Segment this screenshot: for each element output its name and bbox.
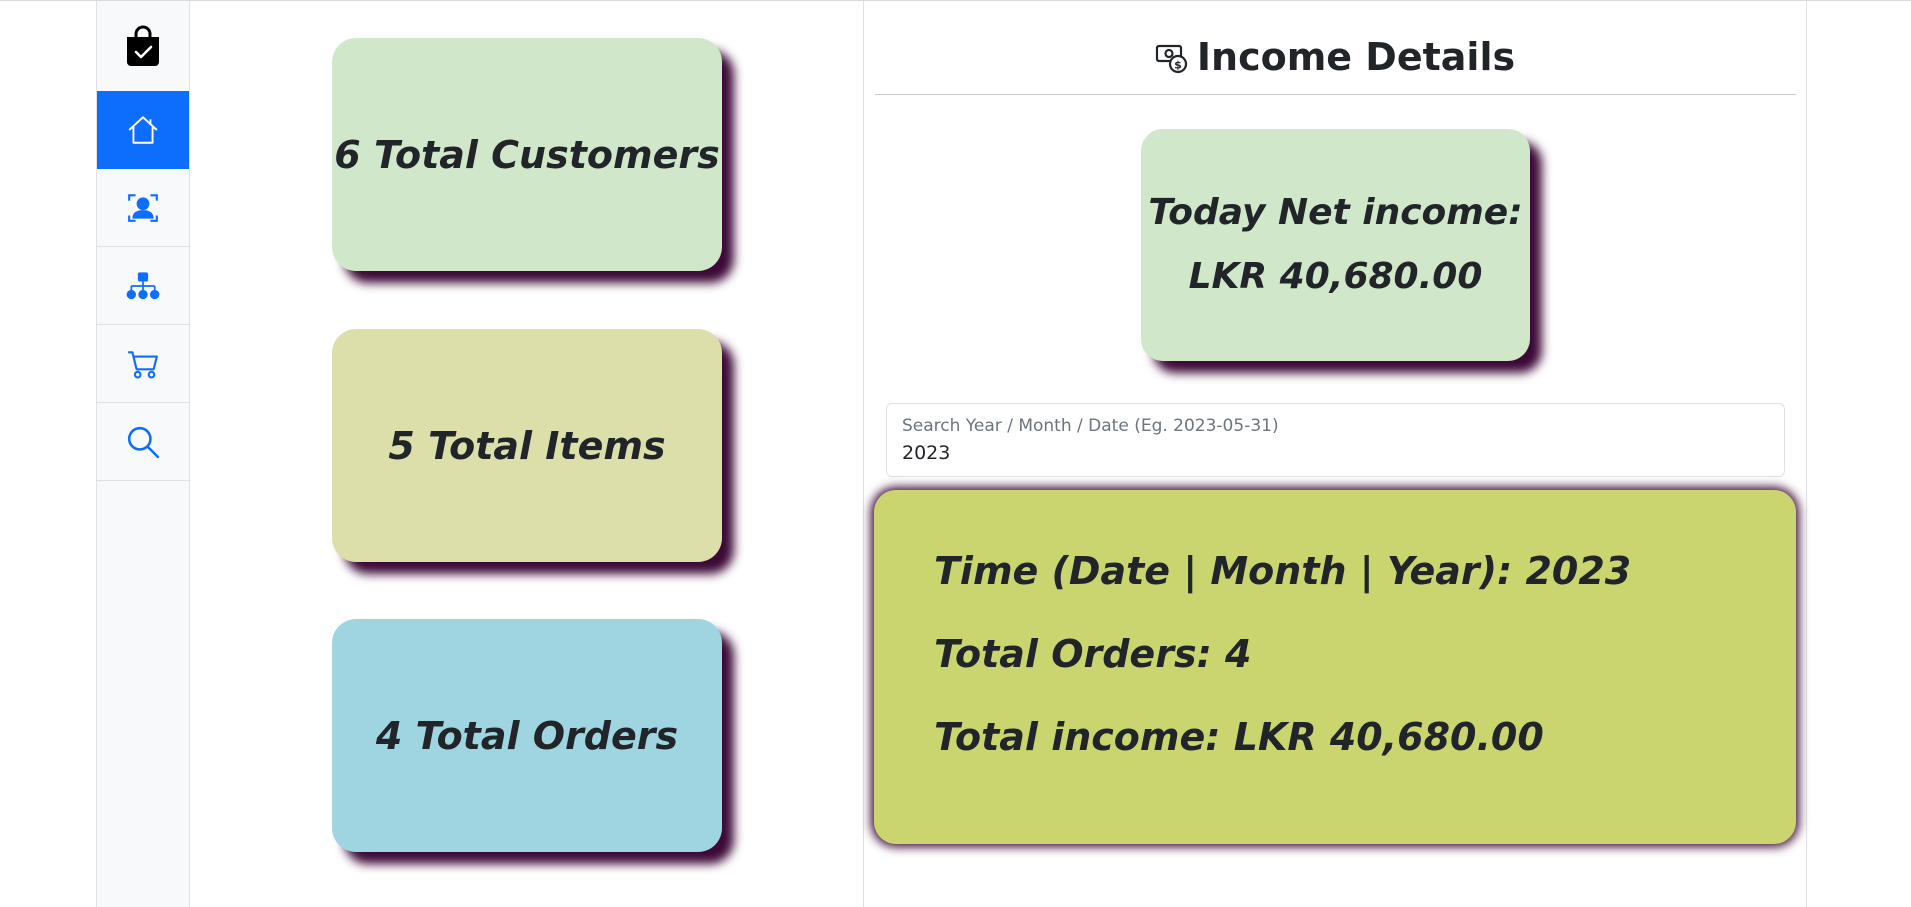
sidebar-item-items[interactable]	[97, 247, 189, 325]
income-search-input[interactable]	[902, 440, 1762, 466]
sidebar-item-orders[interactable]	[97, 325, 189, 403]
income-search-field: Search Year / Month / Date (Eg. 2023-05-…	[886, 403, 1785, 477]
total-customers-text: 6 Total Customers	[334, 132, 720, 177]
income-summary-card: Time (Date | Month | Year): 2023 Total O…	[874, 490, 1796, 844]
diagram-icon	[126, 271, 160, 299]
total-customers-card: 6 Total Customers	[332, 38, 722, 271]
page-title: $ Income Details	[875, 22, 1795, 92]
sidebar-item-home[interactable]	[97, 91, 189, 169]
shopping-bag-check-icon	[127, 25, 159, 66]
sidebar	[96, 1, 190, 907]
right-edge-divider	[1806, 1, 1807, 907]
cash-coin-icon: $	[1155, 44, 1187, 74]
today-income-label: Today Net income:	[1148, 192, 1523, 233]
sidebar-item-customers[interactable]	[97, 169, 189, 247]
search-icon	[127, 426, 160, 458]
summary-time: Time (Date | Month | Year): 2023	[934, 549, 1632, 593]
today-income-value: LKR 40,680.00	[1188, 256, 1483, 297]
top-border	[0, 0, 1911, 1]
brand-logo[interactable]	[97, 1, 189, 91]
page-title-text: Income Details	[1196, 35, 1516, 79]
person-badge-icon	[128, 193, 158, 222]
summary-total-orders: Total Orders: 4	[934, 632, 1252, 676]
total-items-card: 5 Total Items	[332, 329, 722, 562]
cart-icon	[128, 350, 158, 378]
total-orders-text: 4 Total Orders	[375, 713, 679, 758]
total-items-text: 5 Total Items	[388, 423, 666, 468]
today-income-card: Today Net income: LKR 40,680.00	[1141, 129, 1530, 361]
income-search-label: Search Year / Month / Date (Eg. 2023-05-…	[902, 416, 1279, 436]
title-divider	[875, 94, 1796, 95]
column-divider	[863, 1, 864, 907]
total-orders-card: 4 Total Orders	[332, 619, 722, 852]
summary-total-income: Total income: LKR 40,680.00	[934, 715, 1544, 759]
svg-text:$: $	[1174, 59, 1182, 72]
home-icon	[128, 116, 158, 144]
sidebar-item-search[interactable]	[97, 403, 189, 481]
